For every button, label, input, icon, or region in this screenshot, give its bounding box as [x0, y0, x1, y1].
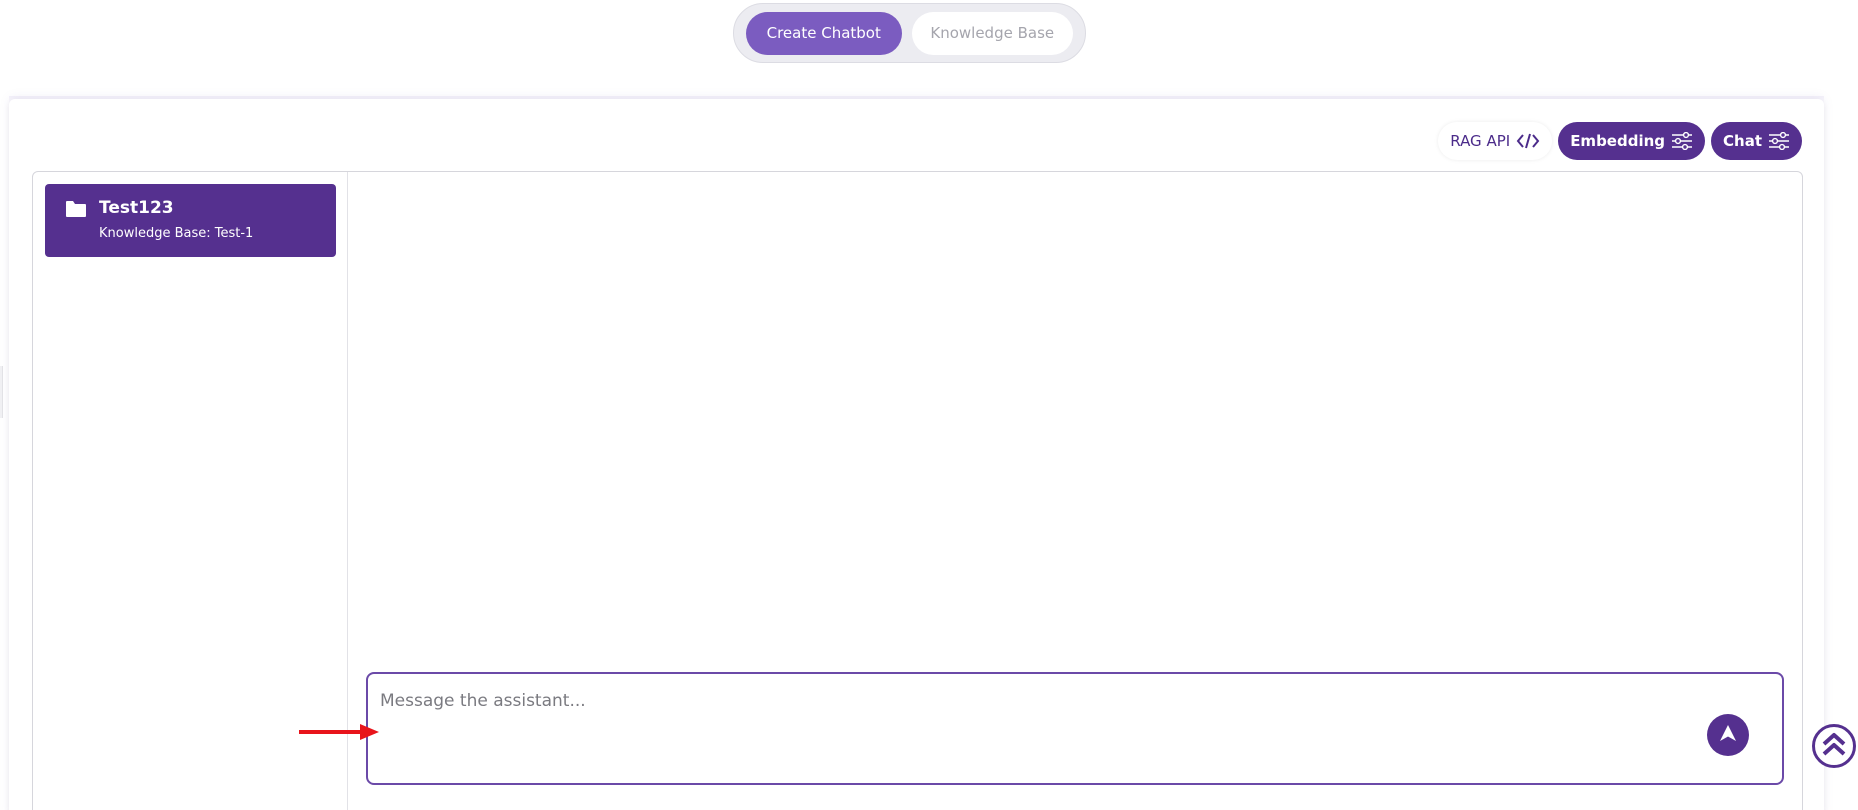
knowledge-base-label: Knowledge Base: Test-1 [99, 226, 254, 241]
rag-api-button[interactable]: RAG API [1438, 122, 1553, 160]
side-drawer-handle[interactable] [0, 366, 3, 418]
double-chevron-up-icon [1820, 730, 1848, 762]
knowledge-base-tab[interactable]: Knowledge Base [911, 11, 1073, 55]
chat-label: Chat [1723, 132, 1762, 150]
send-arrow-icon [1718, 723, 1738, 747]
chatbot-name: Test123 [99, 198, 174, 218]
send-button[interactable] [1707, 714, 1749, 756]
folder-icon [65, 200, 87, 222]
mode-toggle: Create Chatbot Knowledge Base [733, 3, 1086, 63]
message-input[interactable] [380, 686, 1680, 716]
chatbot-sidebar [33, 172, 348, 810]
sliders-icon [1671, 132, 1693, 150]
message-box[interactable] [366, 672, 1784, 785]
chat-settings-button[interactable]: Chat [1711, 122, 1802, 160]
embedding-button[interactable]: Embedding [1558, 122, 1706, 160]
rag-api-label: RAG API [1450, 132, 1511, 150]
annotation-arrow-icon [298, 722, 380, 746]
create-chatbot-tab[interactable]: Create Chatbot [746, 11, 902, 55]
sliders-icon [1768, 132, 1790, 150]
embedding-label: Embedding [1570, 132, 1666, 150]
sidebar-item-test123[interactable]: Test123 Knowledge Base: Test-1 [45, 184, 336, 257]
scroll-to-top-button[interactable] [1812, 724, 1856, 768]
header-actions: RAG API Embedding Chat [1438, 122, 1802, 160]
code-icon [1516, 132, 1540, 150]
